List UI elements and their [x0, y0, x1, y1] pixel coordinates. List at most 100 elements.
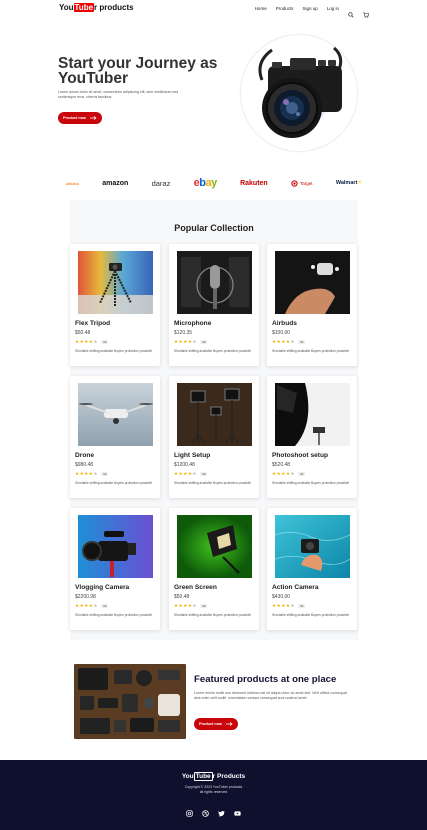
- featured-product-button[interactable]: Product now: [194, 718, 238, 730]
- product-rating: ★ ★ ★ ★ ★ 10: [174, 471, 208, 476]
- logo-text-end: r products: [94, 3, 134, 12]
- rating-count: 14: [101, 471, 109, 476]
- star-icon: ★: [84, 603, 89, 608]
- product-price: $2200.98: [75, 594, 96, 600]
- product-rating: ★ ★ ★ ★ ★ 10: [174, 603, 208, 608]
- featured-products-image: [74, 664, 186, 739]
- nav-link-signup[interactable]: Sign up: [302, 6, 317, 11]
- hero-button-label: Product now: [63, 116, 86, 120]
- product-description: Shortable shifting available Buyers prot…: [75, 481, 153, 485]
- product-card-microphone[interactable]: Microphone $120.35 ★ ★ ★ ★ ★ 13 Shortable sh…: [169, 244, 259, 366]
- product-card-photoshoot-setup[interactable]: Photoshoot setup $520.48 ★ ★ ★ ★ ★ 14 Shorta…: [267, 376, 357, 498]
- featured-title: Featured products at one place: [194, 674, 337, 685]
- brand-walmart: Walmart✳: [336, 180, 362, 186]
- star-icon: ★: [187, 471, 192, 476]
- arrow-right-icon: [90, 116, 97, 120]
- product-card-flex-tripod[interactable]: Flex Tripod $50.48 ★ ★ ★ ★ ★ 14 Shortable sh…: [70, 244, 160, 366]
- twitter-icon[interactable]: [218, 804, 225, 817]
- star-icon: ★: [75, 603, 80, 608]
- product-price: $520.48: [272, 462, 291, 468]
- star-icon: ★: [281, 471, 286, 476]
- star-icon: ★: [285, 339, 290, 344]
- product-rating: ★ ★ ★ ★ ★ 13: [174, 339, 208, 344]
- social-links: [186, 804, 241, 817]
- star-icon: ★: [281, 339, 286, 344]
- rating-count: 10: [200, 471, 208, 476]
- nav-link-products[interactable]: Products: [276, 6, 294, 11]
- star-icon: ★: [272, 471, 277, 476]
- top-navbar: YouTuber products Home Products Sign up …: [0, 0, 427, 18]
- product-name: Action Camera: [272, 584, 319, 591]
- brand-daraz: daraz: [151, 178, 171, 188]
- site-logo[interactable]: YouTuber products: [59, 3, 134, 12]
- star-empty-icon: ★: [93, 339, 98, 344]
- product-price: $1200.48: [174, 462, 195, 468]
- hero-description: Lorem ipsum dolor sit amet, consectetur …: [58, 90, 179, 99]
- nav-link-home[interactable]: Home: [255, 6, 267, 11]
- star-icon: ★: [276, 339, 281, 344]
- logo-text-tube: Tube: [73, 3, 95, 12]
- rating-count: 10: [200, 603, 208, 608]
- youtube-icon[interactable]: [234, 804, 241, 816]
- star-icon: ★: [187, 603, 192, 608]
- star-icon: ★: [79, 339, 84, 344]
- star-icon: ★: [174, 603, 179, 608]
- product-card-vlogging-camera[interactable]: Vlogging Camera $2200.98 ★ ★ ★ ★ ★ 14 Shorta…: [70, 508, 160, 630]
- dribbble-icon[interactable]: [202, 804, 209, 817]
- brand-rakuten: Rakuten: [240, 179, 268, 187]
- star-icon: ★: [84, 339, 89, 344]
- star-empty-icon: ★: [290, 339, 295, 344]
- rating-count: 14: [101, 603, 109, 608]
- brand-alibaba: alibaba: [66, 180, 79, 186]
- star-icon: ★: [178, 471, 183, 476]
- footer-logo[interactable]: You Tube r Products: [0, 772, 427, 781]
- star-icon: ★: [75, 339, 80, 344]
- star-icon: ★: [187, 339, 192, 344]
- product-card-green-screen[interactable]: Green Screen $50.48 ★ ★ ★ ★ ★ 10 Shortable s…: [169, 508, 259, 630]
- product-description: Shortable shifting available Buyers prot…: [272, 481, 350, 485]
- product-name: Green Screen: [174, 584, 217, 591]
- star-icon: ★: [79, 603, 84, 608]
- star-empty-icon: ★: [93, 471, 98, 476]
- rating-count: 13: [200, 339, 208, 344]
- star-icon: ★: [178, 603, 183, 608]
- product-price: $50.48: [174, 594, 190, 600]
- product-image-action-camera: [275, 515, 350, 578]
- star-empty-icon: ★: [192, 339, 197, 344]
- hero-product-button[interactable]: Product now: [58, 112, 102, 124]
- brand-ebay: ebay: [193, 177, 218, 189]
- product-image-drone: [78, 383, 153, 446]
- product-card-drone[interactable]: Drone $980.48 ★ ★ ★ ★ ★ 14 Shortable shiftin…: [70, 376, 160, 498]
- product-price: $980.48: [75, 462, 94, 468]
- product-card-light-setup[interactable]: Light Setup $1200.48 ★ ★ ★ ★ ★ 10 Shortable …: [169, 376, 259, 498]
- featured-description: Lorem minim mollit non deserunt ullamco …: [194, 691, 347, 700]
- product-price: $120.35: [174, 330, 193, 336]
- star-icon: ★: [84, 471, 89, 476]
- collection-title: Popular Collection: [174, 223, 254, 233]
- product-price: $100.00: [272, 330, 291, 336]
- star-icon: ★: [183, 339, 188, 344]
- product-description: Shortable shifting available Buyers prot…: [272, 349, 350, 353]
- product-description: Shortable shifting available Buyers prot…: [272, 613, 350, 617]
- nav-links: Home Products Sign up Log in: [255, 5, 370, 18]
- product-card-action-camera[interactable]: Action Camera $430.00 ★ ★ ★ ★ ★ 14 Shortable…: [267, 508, 357, 630]
- instagram-icon[interactable]: [186, 804, 193, 817]
- footer-logo-start: You: [181, 773, 194, 780]
- star-icon: ★: [183, 603, 188, 608]
- brand-walmart-label: Walmart: [335, 180, 358, 186]
- star-empty-icon: ★: [290, 603, 295, 608]
- star-icon: ★: [75, 471, 80, 476]
- product-description: Shortable shifting available Buyers prot…: [75, 613, 153, 617]
- brand-target-label: Target: [300, 180, 313, 186]
- product-rating: ★ ★ ★ ★ ★ 14: [272, 339, 306, 344]
- footer-logo-end: r Products: [212, 773, 246, 780]
- product-image-green-screen: [177, 515, 252, 578]
- rating-count: 14: [298, 471, 306, 476]
- product-image-photoshoot-setup: [275, 383, 350, 446]
- nav-link-login[interactable]: Log in: [327, 6, 339, 11]
- cart-icon[interactable]: [363, 5, 370, 18]
- product-description: Shortable shifting available Buyers prot…: [174, 481, 252, 485]
- product-card-airbuds[interactable]: Airbuds $100.00 ★ ★ ★ ★ ★ 14 Shortable shift…: [267, 244, 357, 366]
- search-icon[interactable]: [348, 5, 354, 18]
- brand-target: Target: [291, 179, 313, 187]
